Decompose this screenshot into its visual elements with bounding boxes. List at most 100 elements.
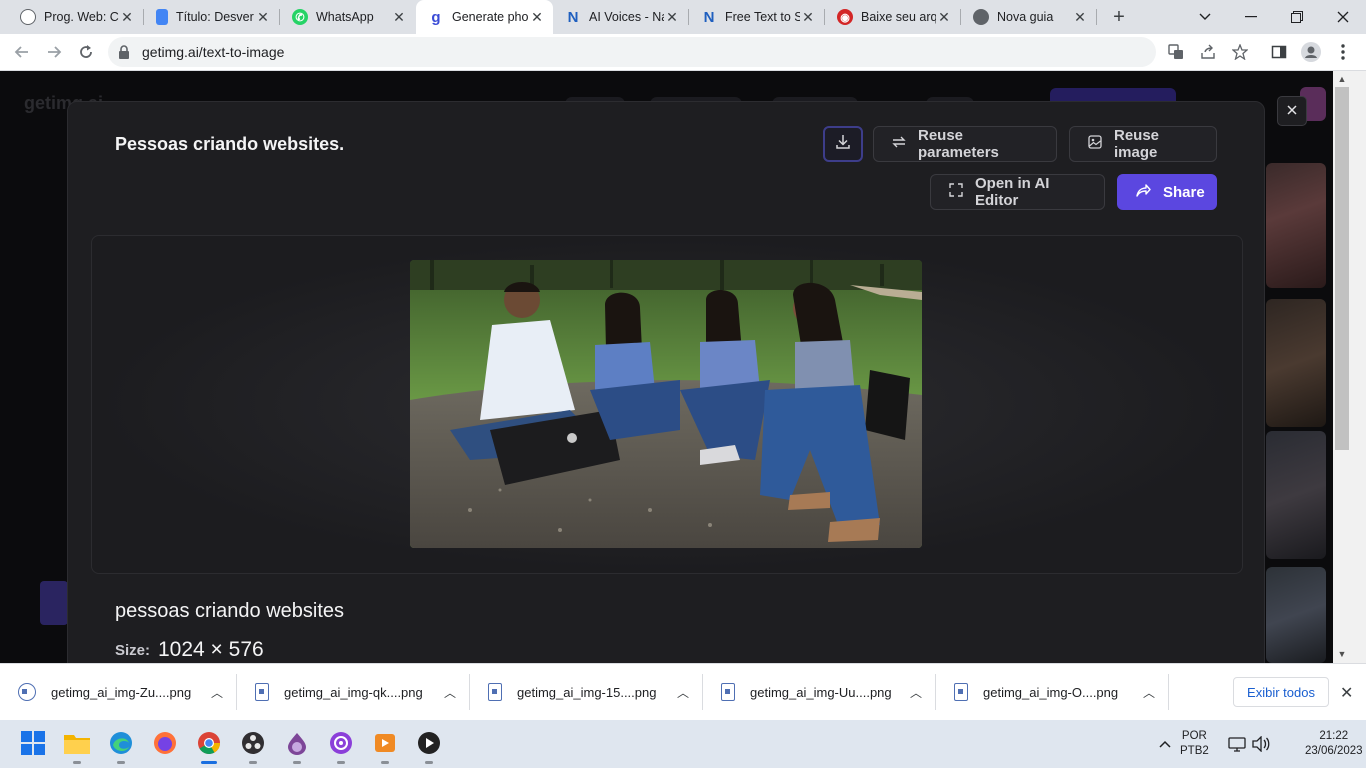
windows-start-icon[interactable] (18, 728, 48, 758)
tab-title: Free Text to S (725, 10, 800, 24)
tab-generate-photo[interactable]: g Generate pho ✕ (416, 0, 553, 34)
close-icon[interactable]: ✕ (664, 9, 680, 25)
tab-title: Generate pho (452, 10, 529, 24)
close-icon[interactable]: ✕ (391, 9, 407, 25)
chrome-icon[interactable] (194, 728, 224, 764)
page-scrollbar[interactable]: ▲ ▼ (1333, 71, 1366, 663)
downloads-bar: getimg_ai_img-Zu....png ︿ getimg_ai_img-… (0, 663, 1366, 720)
close-icon[interactable]: ✕ (1340, 683, 1353, 703)
naturalreaders-icon: N (703, 8, 715, 26)
scroll-up-arrow-icon[interactable]: ▲ (1336, 74, 1348, 84)
file-icon (488, 683, 502, 701)
download-item[interactable]: getimg_ai_img-Zu....png ︿ (0, 664, 233, 720)
tab-whatsapp[interactable]: ✆ WhatsApp ✕ (280, 0, 415, 34)
clock-time: 21:22 (1319, 730, 1349, 742)
tab-prog-web[interactable]: Prog. Web: Cr ✕ (8, 0, 143, 34)
tab-titulo[interactable]: Título: Desver ✕ (144, 0, 279, 34)
volume-icon[interactable] (1246, 729, 1276, 759)
audio-app-icon[interactable] (414, 728, 444, 764)
browser-toolbar: getimg.ai/text-to-image (0, 34, 1366, 71)
clock-date: 23/06/2023 (1305, 745, 1363, 757)
podcast-icon[interactable] (326, 728, 356, 764)
close-icon[interactable]: ✕ (529, 9, 545, 25)
tor-icon[interactable] (282, 728, 312, 764)
download-item[interactable]: getimg_ai_img-15....png ︿ (470, 664, 703, 720)
tab-title: Baixe seu arq (861, 10, 936, 24)
chrome-menu-icon[interactable] (1333, 42, 1353, 62)
obs-icon[interactable] (238, 728, 268, 764)
chevron-up-icon[interactable]: ︿ (211, 684, 223, 701)
reload-button[interactable] (74, 40, 98, 64)
tab-title: WhatsApp (316, 10, 374, 24)
system-clock[interactable]: 21:22 23/06/2023 (1305, 729, 1363, 759)
download-filename: getimg_ai_img-Uu....png (750, 684, 892, 700)
page-viewport: getimg.ai Pessoas criando websites. Reus… (0, 71, 1333, 663)
bookmark-star-icon[interactable] (1230, 42, 1250, 62)
input-language-indicator[interactable]: POR PTB2 (1180, 729, 1209, 759)
tab-title: AI Voices - Na (589, 10, 664, 24)
getimg-icon: g (431, 8, 441, 26)
download-filename: getimg_ai_img-O....png (983, 684, 1119, 700)
tab-ai-voices[interactable]: N AI Voices - Na ✕ (553, 0, 688, 34)
side-panel-icon[interactable] (1269, 42, 1289, 62)
download-item[interactable]: getimg_ai_img-qk....png ︿ (237, 664, 470, 720)
prompt-text: pessoas criando websites (115, 600, 345, 622)
open-in-ai-editor-label: Open in AI Editor (975, 175, 1050, 209)
close-icon[interactable]: ✕ (255, 9, 271, 25)
share-label: Share (1163, 183, 1205, 201)
scrollbar-thumb[interactable] (1335, 87, 1349, 450)
back-button[interactable] (10, 40, 34, 64)
close-icon[interactable]: ✕ (1072, 9, 1088, 25)
tab-strip: Prog. Web: Cr ✕ Título: Desver ✕ ✆ Whats… (0, 0, 1366, 34)
media-player-icon[interactable] (370, 728, 400, 764)
modal-title: Pessoas criando websites. (115, 134, 345, 154)
chevron-up-icon[interactable]: ︿ (444, 684, 456, 701)
reuse-parameters-button[interactable]: Reuse parameters (873, 126, 1057, 162)
file-explorer-icon[interactable] (62, 728, 92, 764)
forward-button[interactable] (42, 40, 66, 64)
close-icon[interactable]: ✕ (800, 9, 816, 25)
chevron-up-icon[interactable]: ︿ (910, 684, 922, 701)
tab-free-text[interactable]: N Free Text to S ✕ (689, 0, 824, 34)
edge-icon[interactable] (106, 728, 136, 764)
download-icon (835, 134, 851, 154)
share-icon (1136, 183, 1151, 201)
language-code: POR (1181, 730, 1207, 742)
chevron-up-icon[interactable]: ︿ (1143, 684, 1155, 701)
close-icon[interactable]: ✕ (936, 9, 952, 25)
new-tab-button[interactable]: + (1108, 6, 1130, 28)
profile-avatar-icon[interactable] (1301, 42, 1321, 62)
download-filename: getimg_ai_img-Zu....png (51, 684, 192, 700)
show-all-downloads-button[interactable]: Exibir todos (1233, 677, 1329, 707)
download-button[interactable] (823, 126, 863, 162)
address-bar[interactable]: getimg.ai/text-to-image (108, 37, 1248, 67)
share-button[interactable]: Share (1117, 174, 1217, 210)
restore-button[interactable] (1274, 0, 1320, 34)
reuse-image-button[interactable]: Reuse image (1069, 126, 1217, 162)
share-page-icon[interactable] (1198, 42, 1218, 62)
firefox-icon[interactable] (150, 728, 180, 758)
download-item[interactable]: getimg_ai_img-O....png ︿ (936, 664, 1169, 720)
close-icon[interactable]: ✕ (119, 9, 135, 25)
download-item[interactable]: getimg_ai_img-Uu....png ︿ (703, 664, 936, 720)
chevron-up-icon[interactable]: ︿ (677, 684, 689, 701)
lock-icon[interactable] (118, 45, 130, 64)
scroll-down-arrow-icon[interactable]: ▼ (1336, 649, 1348, 659)
keyboard-layout: PTB2 (1180, 745, 1209, 757)
background-thumbnail (1266, 163, 1326, 288)
reuse-parameters-label: Reuse parameters (918, 127, 999, 161)
file-icon (721, 683, 735, 701)
open-in-ai-editor-button[interactable]: Open in AI Editor (930, 174, 1105, 210)
tab-baixe[interactable]: ◉ Baixe seu arq ✕ (825, 0, 960, 34)
modal-close-button[interactable] (1277, 96, 1307, 126)
tab-title: Título: Desver (176, 10, 254, 24)
file-icon (18, 683, 36, 701)
minimize-button[interactable] (1228, 0, 1274, 34)
tab-nova-guia[interactable]: Nova guia ✕ (961, 0, 1096, 34)
tab-search-icon[interactable] (1182, 0, 1228, 34)
show-hidden-icons-chevron-icon[interactable] (1150, 729, 1180, 759)
generated-image[interactable] (410, 260, 922, 548)
translate-icon[interactable] (1166, 42, 1186, 62)
close-window-button[interactable] (1320, 0, 1366, 34)
background-thumbnail (1266, 299, 1326, 427)
